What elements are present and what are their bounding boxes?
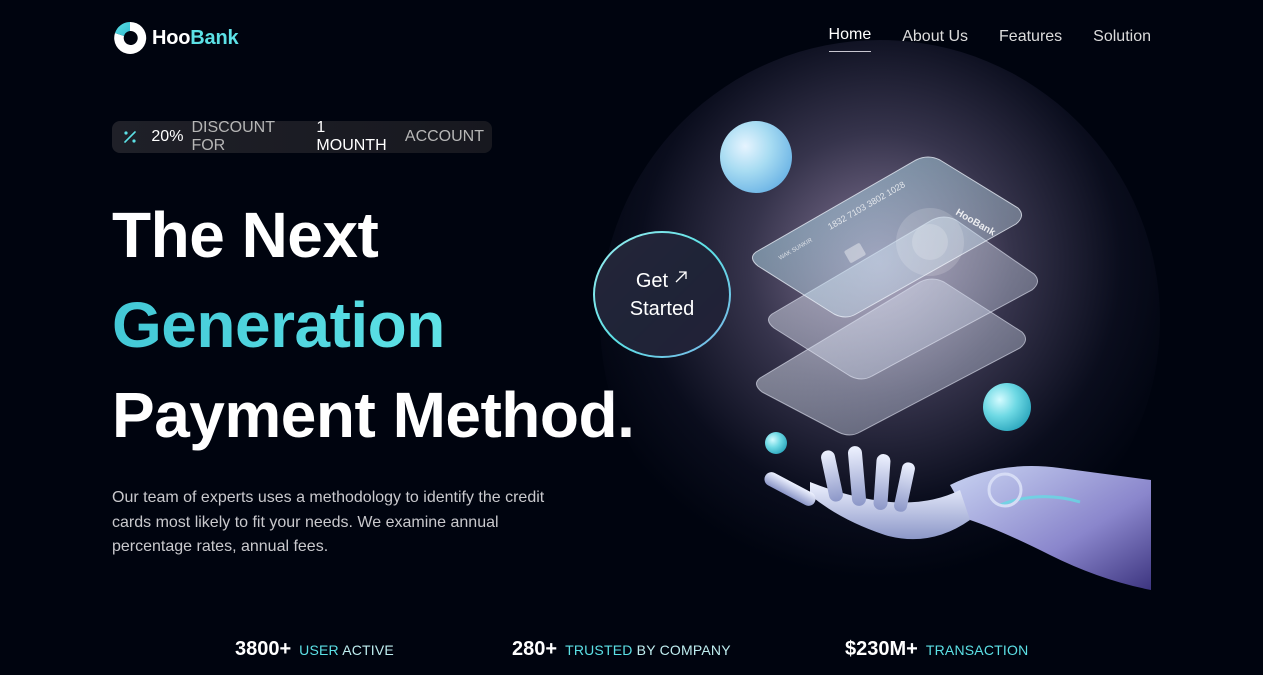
stat-companies-value: 280+ [512, 638, 558, 660]
logo-text-part2: Bank [190, 26, 239, 49]
nav-item-features[interactable]: Features [999, 28, 1062, 52]
headline-line2: Generation [112, 280, 634, 370]
stat-transactions-label-a: TRANSACTION [925, 642, 1029, 658]
stat-users-label-a: USER [299, 642, 339, 658]
logo-icon [114, 21, 147, 54]
landing-page: HooBank Home About Us Features Solution … [0, 0, 1263, 675]
discount-badge: 20% DISCOUNT FOR 1 MOUNTH ACCOUNT [112, 119, 492, 154]
stat-users-label: USER ACTIVE [299, 642, 394, 658]
hero-description: Our team of experts uses a methodology t… [112, 489, 545, 555]
stat-companies-label-a: TRUSTED [565, 642, 633, 658]
get-started-button[interactable]: Get Started [593, 231, 731, 358]
stat-transactions-label: TRANSACTION [926, 642, 1029, 658]
stat-transactions: $230M+ TRANSACTION [845, 638, 1028, 661]
discount-text1: DISCOUNT FOR [191, 119, 275, 154]
logo-text-part1: Hoo [152, 26, 191, 49]
percent-icon [122, 129, 137, 145]
get-started-label-line2: Started [629, 297, 695, 320]
robot-arm [950, 466, 1151, 590]
nav-item-solution[interactable]: Solution [1093, 28, 1151, 52]
get-started-inner: Get Started [595, 233, 729, 356]
stat-users-label-b: ACTIVE [342, 642, 394, 658]
get-started-row: Get [636, 267, 688, 295]
headline-line3: Payment Method. [112, 379, 635, 451]
thumb [764, 472, 816, 506]
discount-text2: ACCOUNT [404, 128, 484, 145]
logo-text: HooBank [152, 26, 239, 50]
sphere-medium [983, 383, 1031, 431]
arrow-up-right-icon [675, 270, 687, 282]
logo[interactable]: HooBank [112, 20, 239, 56]
sphere-small [765, 432, 787, 454]
get-started-label-line1: Get [635, 269, 669, 292]
discount-duration: 1 MOUNTH [316, 119, 387, 154]
robot-hand [764, 446, 1151, 590]
stat-companies-label-b: BY COMPANY [636, 642, 731, 658]
stat-transactions-value: $230M+ [845, 638, 918, 660]
hero-headline: The Next Generation Payment Method. [112, 190, 635, 460]
sphere-large [720, 121, 792, 193]
hero-illustration: 1832 7103 3802 1028 HooBank WAK SUNKIR [720, 121, 1151, 590]
stat-users: 3800+ USER ACTIVE [235, 638, 394, 661]
headline-line1: The Next [112, 199, 379, 271]
stat-users-value: 3800+ [235, 638, 292, 660]
discount-percent: 20% [151, 128, 184, 145]
stat-companies: 280+ TRUSTED BY COMPANY [512, 638, 731, 661]
stat-companies-label: TRUSTED BY COMPANY [565, 642, 731, 658]
